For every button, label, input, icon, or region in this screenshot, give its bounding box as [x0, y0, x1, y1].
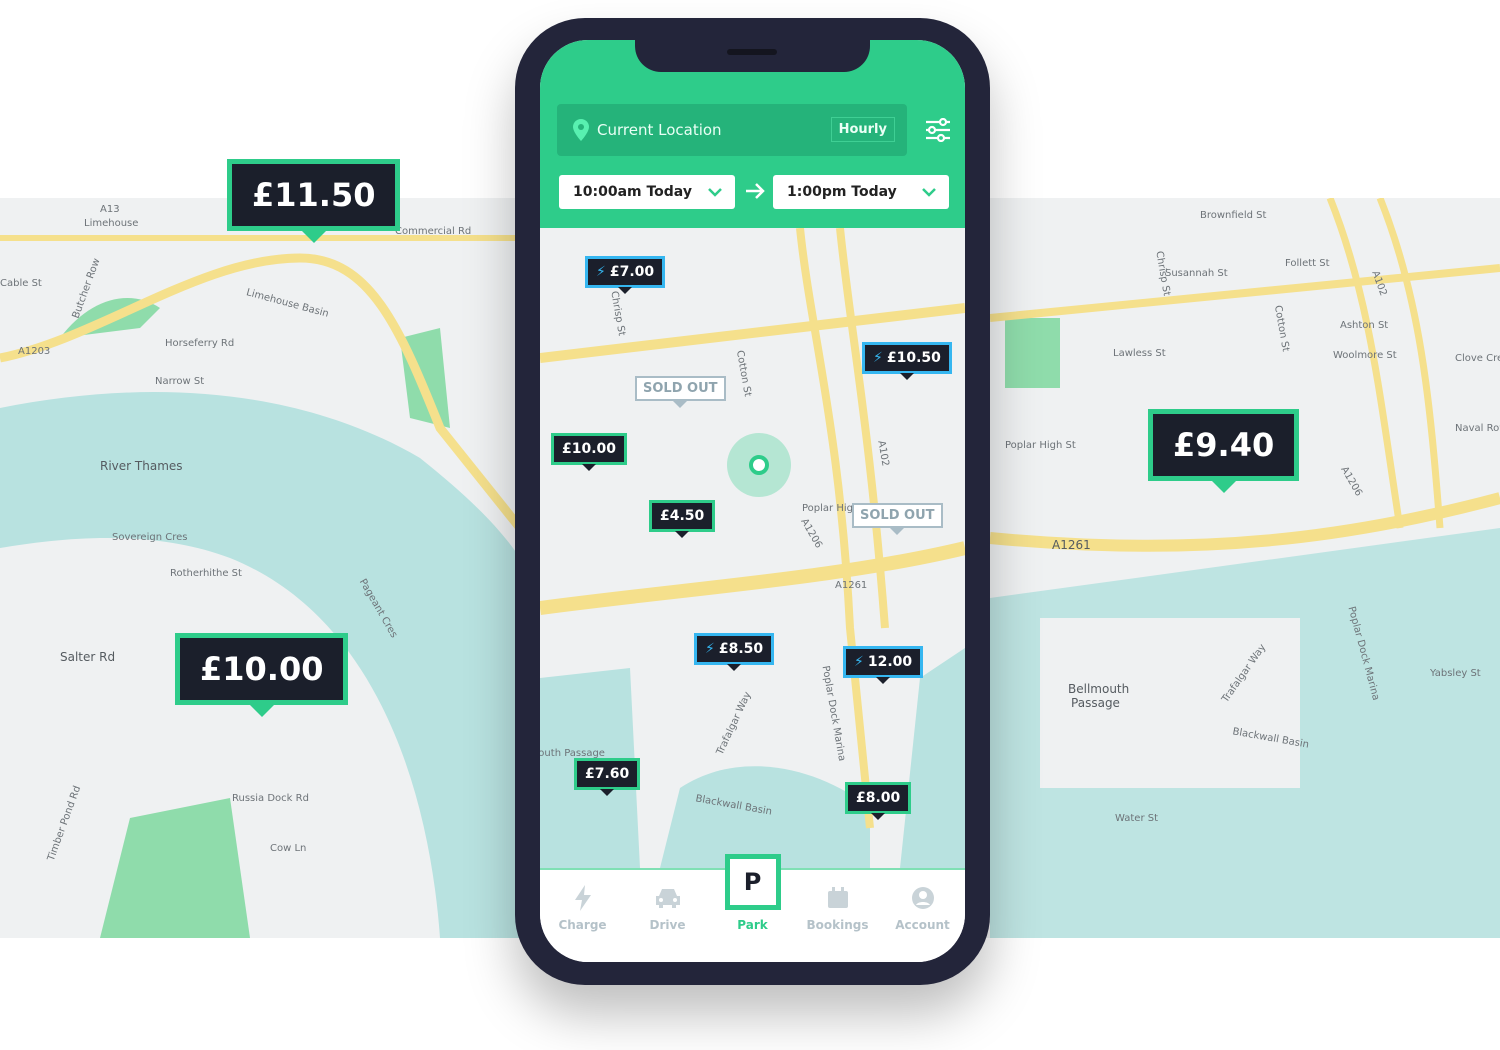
app-map[interactable]: Chrisp St Cotton St A102 A1206 A1261 Pop…	[540, 228, 965, 868]
map-label: Narrow St	[155, 376, 205, 387]
price-label: £9.40	[1173, 426, 1275, 464]
map-label: Sovereign Cres	[112, 532, 188, 543]
map-label: Cow Ln	[270, 843, 307, 854]
map-label: A1261	[1052, 538, 1091, 552]
map-label: Poplar High St	[1005, 440, 1076, 451]
chevron-down-icon	[708, 188, 722, 197]
map-label: Bellmouth Passage	[1068, 682, 1130, 710]
map-label: A1203	[18, 346, 51, 357]
sold-out-pin[interactable]: SOLD OUT	[635, 376, 726, 408]
tab-charge[interactable]: Charge	[540, 884, 625, 962]
bolt-icon: ⚡	[873, 350, 883, 366]
phone-notch	[635, 40, 870, 72]
price-pin[interactable]: ⚡ £8.50	[694, 633, 775, 671]
price-pin[interactable]: ⚡ £10.50	[862, 342, 952, 380]
bolt-icon: ⚡	[705, 641, 715, 657]
price-label: 12.00	[867, 654, 913, 670]
location-text: Current Location	[597, 121, 722, 139]
price-pin[interactable]: £10.00	[551, 433, 628, 471]
map-label: Follett St	[1285, 258, 1330, 269]
map-label: A13	[100, 204, 120, 215]
price-label: £10.50	[886, 350, 941, 366]
price-pin[interactable]: ⚡ £7.00	[585, 256, 666, 294]
price-label: £7.00	[609, 264, 655, 280]
tab-park[interactable]: P Park	[710, 854, 795, 962]
bolt-icon: ⚡	[596, 264, 606, 280]
start-time-value: 10:00am Today	[573, 184, 692, 200]
hourly-toggle[interactable]: Hourly	[830, 117, 895, 142]
price-label: £7.60	[585, 766, 630, 782]
map-label: Woolmore St	[1333, 350, 1397, 361]
price-label: SOLD OUT	[860, 508, 935, 523]
speaker	[727, 49, 777, 55]
map-label: River Thames	[100, 459, 183, 473]
price-label: £8.00	[856, 790, 901, 806]
price-pin[interactable]: £8.00	[845, 782, 912, 820]
price-pin[interactable]: £4.50	[649, 500, 716, 538]
tab-account[interactable]: Account	[880, 884, 965, 962]
price-label: £8.50	[718, 641, 764, 657]
map-label: Commercial Rd	[395, 226, 472, 237]
map-label: Limehouse	[84, 218, 139, 229]
map-label: Water St	[1115, 813, 1159, 824]
parking-icon: P	[724, 854, 781, 910]
price-label: SOLD OUT	[643, 381, 718, 396]
tab-label: Account	[895, 918, 950, 932]
price-pin[interactable]: ⚡ 12.00	[843, 646, 924, 684]
map-label: Salter Rd	[60, 650, 116, 664]
phone-mockup: Current Location Hourly 10:00am Today 1:…	[515, 18, 990, 985]
current-location-marker	[727, 433, 791, 497]
price-label: £10.00	[562, 441, 617, 457]
bottom-tab-bar: Charge Drive P Park Bookings Account	[540, 854, 965, 962]
bolt-icon	[540, 884, 625, 912]
map-label: Cable St	[0, 278, 42, 289]
map-label: A1261	[835, 580, 868, 591]
price-label: £10.00	[200, 650, 324, 688]
user-icon	[880, 884, 965, 912]
tab-label: Bookings	[806, 918, 869, 932]
calendar-icon	[795, 884, 880, 912]
parking-glyph: P	[743, 868, 762, 896]
tab-drive[interactable]: Drive	[625, 884, 710, 962]
tab-label: Charge	[558, 918, 607, 932]
tab-label: Drive	[649, 918, 686, 932]
arrow-right-icon	[746, 183, 765, 199]
price-pin-large[interactable]: £11.50	[227, 159, 401, 243]
car-icon	[625, 884, 710, 912]
map-label: Susannah St	[1165, 268, 1228, 279]
chevron-down-icon	[922, 188, 936, 197]
start-time-select[interactable]: 10:00am Today	[559, 175, 735, 209]
map-label: Lawless St	[1113, 348, 1166, 359]
map-label: Yabsley St	[1430, 668, 1481, 679]
map-label: Brownfield St	[1200, 210, 1267, 221]
map-label: Russia Dock Rd	[232, 793, 309, 804]
map-label: Ashton St	[1340, 320, 1389, 331]
price-pin[interactable]: £7.60	[574, 758, 641, 796]
sliders-icon[interactable]	[925, 117, 951, 146]
app-screen: Current Location Hourly 10:00am Today 1:…	[540, 40, 965, 962]
tab-label: Park	[737, 918, 768, 932]
map-pin-icon	[573, 119, 589, 141]
tab-bookings[interactable]: Bookings	[795, 884, 880, 962]
price-label: £11.50	[252, 176, 376, 214]
map-label: Naval Row	[1455, 423, 1500, 434]
map-label: Horseferry Rd	[165, 338, 235, 349]
price-pin-large[interactable]: £9.40	[1148, 409, 1300, 493]
end-time-value: 1:00pm Today	[787, 184, 897, 200]
location-search[interactable]: Current Location Hourly	[557, 104, 907, 156]
map-label: Rotherhithe St	[170, 568, 242, 579]
sold-out-pin[interactable]: SOLD OUT	[852, 503, 943, 535]
price-pin-large[interactable]: £10.00	[175, 633, 349, 717]
map-label: Clove Cres	[1455, 353, 1500, 364]
price-label: £4.50	[660, 508, 705, 524]
end-time-select[interactable]: 1:00pm Today	[773, 175, 949, 209]
bolt-icon: ⚡	[854, 654, 864, 670]
